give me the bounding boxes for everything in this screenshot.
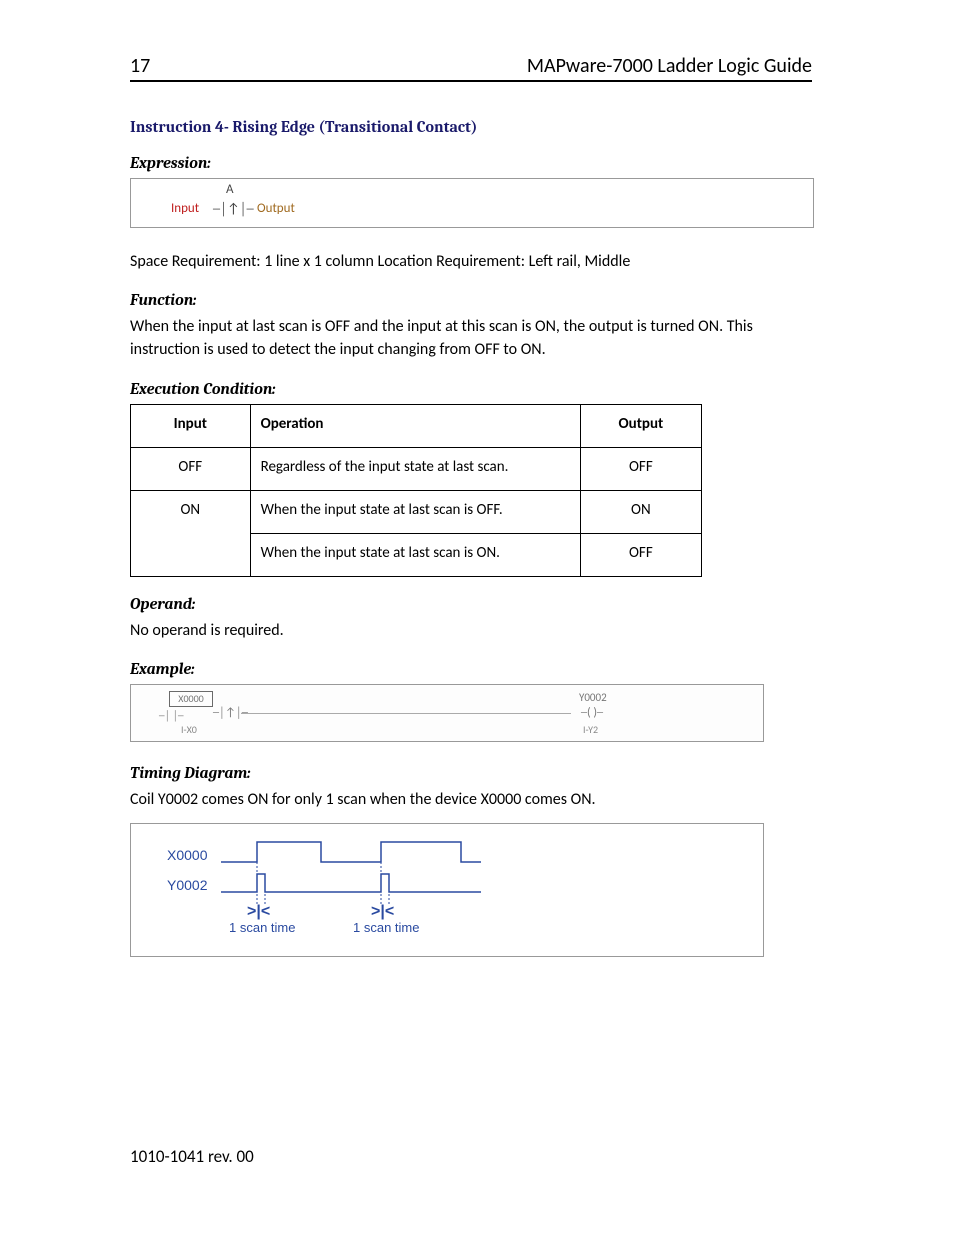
operand-heading: Operand:: [130, 595, 812, 613]
expression-label-input: Input: [171, 201, 199, 216]
example-heading: Example:: [130, 660, 812, 678]
example-wire: [241, 713, 571, 714]
cell-operation: When the input state at last scan is ON.: [250, 533, 580, 576]
timing-scan-label-2: 1 scan time: [353, 920, 419, 935]
cell-output: OFF: [580, 447, 701, 490]
page-number: 17: [130, 54, 150, 78]
timing-arrow-icon: >|<: [247, 903, 270, 920]
cell-output: ON: [580, 490, 701, 533]
timing-sig1-wave: [221, 842, 481, 862]
exec-heading: Execution Condition:: [130, 380, 812, 398]
section-title: Instruction 4- Rising Edge (Transitional…: [130, 118, 812, 136]
table-row: ON When the input state at last scan is …: [131, 490, 702, 533]
example-contact-icon: ─│ │─: [159, 709, 184, 722]
execution-condition-table: Input Operation Output OFF Regardless of…: [130, 404, 702, 577]
example-diagram: X0000 ─│ │─ ─│↑│─ Y0002 ─( )─ I-X0 I-Y2: [130, 684, 764, 742]
timing-sig1-label: X0000: [167, 847, 208, 863]
example-right-tag: Y0002: [579, 691, 607, 704]
page-header: 17 MAPware-7000 Ladder Logic Guide: [130, 54, 812, 82]
th-input: Input: [131, 404, 251, 447]
cell-operation: Regardless of the input state at last sc…: [250, 447, 580, 490]
expression-diagram: A Input ─│↑│─ Output: [130, 178, 814, 228]
timing-sig2-label: Y0002: [167, 877, 208, 893]
th-output: Output: [580, 404, 701, 447]
cell-operation: When the input state at last scan is OFF…: [250, 490, 580, 533]
cell-input: ON: [131, 490, 251, 576]
timing-arrow-icon: >|<: [371, 903, 394, 920]
timing-heading: Timing Diagram:: [130, 764, 812, 782]
operand-text: No operand is required.: [130, 619, 812, 642]
th-operation: Operation: [250, 404, 580, 447]
expression-label-output: Output: [257, 201, 295, 216]
example-left-tag: X0000: [169, 691, 213, 707]
expression-heading: Expression:: [130, 154, 812, 172]
timing-scan-label-1: 1 scan time: [229, 920, 295, 935]
cell-output: OFF: [580, 533, 701, 576]
expression-label-a: A: [226, 182, 234, 197]
timing-text: Coil Y0002 comes ON for only 1 scan when…: [130, 788, 812, 811]
space-location-text: Space Requirement: 1 line x 1 column Loc…: [130, 250, 812, 273]
cell-input: OFF: [131, 447, 251, 490]
footer-rev: 1010-1041 rev. 00: [130, 1146, 254, 1167]
rising-edge-icon: ─│↑│─: [213, 200, 254, 217]
example-right-sub: I-Y2: [583, 723, 598, 736]
doc-title: MAPware-7000 Ladder Logic Guide: [527, 54, 812, 78]
table-row: OFF Regardless of the input state at las…: [131, 447, 702, 490]
timing-diagram: X0000 Y0002 >|< >|< 1 scan time 1 scan t…: [130, 823, 764, 957]
timing-sig2-wave: [221, 874, 481, 892]
function-heading: Function:: [130, 291, 812, 309]
function-text: When the input at last scan is OFF and t…: [130, 315, 812, 361]
example-left-sub: I-X0: [181, 723, 197, 736]
example-coil-icon: ─( )─: [581, 706, 603, 720]
